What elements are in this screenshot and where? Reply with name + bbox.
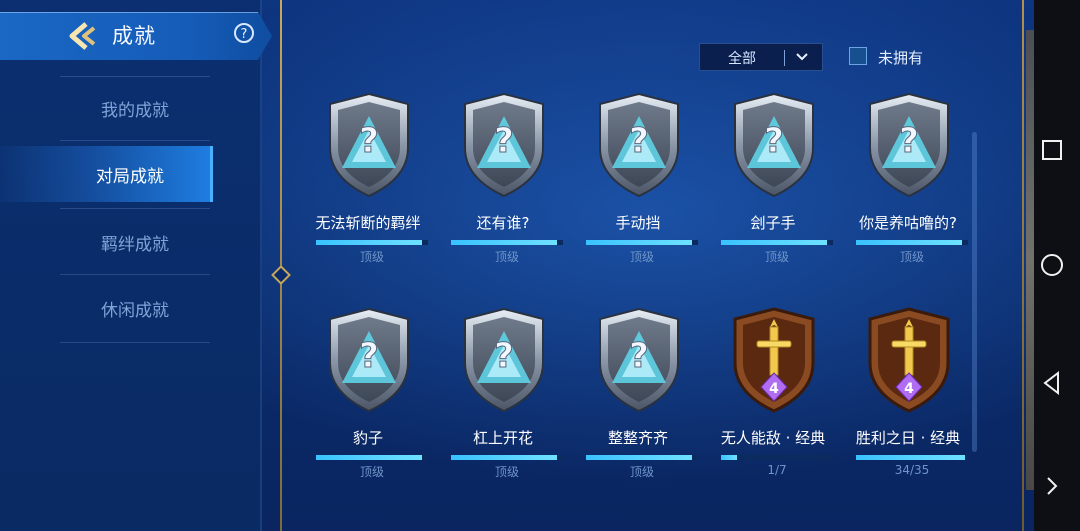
locked-shield-icon: ? xyxy=(459,305,549,415)
progress-fill xyxy=(451,455,558,460)
chevron-down-icon xyxy=(796,53,808,61)
not-owned-checkbox[interactable] xyxy=(849,47,867,65)
achievement-card[interactable]: ? 刽子手顶级 xyxy=(708,90,838,280)
svg-text:?: ? xyxy=(629,336,649,376)
sidebar-item-my-achievements[interactable]: 我的成就 xyxy=(60,80,210,136)
progress-bar xyxy=(316,455,428,460)
achievement-card[interactable]: ? 还有谁? 顶级 xyxy=(438,90,568,280)
divider xyxy=(60,342,210,343)
achievement-status: 顶级 xyxy=(359,250,384,264)
home-icon[interactable] xyxy=(1040,253,1064,277)
sidebar-item-match-achievements[interactable]: 对局成就 xyxy=(0,146,213,202)
svg-text:?: ? xyxy=(359,121,379,161)
progress-fill xyxy=(316,240,423,245)
locked-shield-icon: ? xyxy=(459,90,549,200)
svg-text:?: ? xyxy=(359,336,379,376)
sword-shield-icon: 4 xyxy=(729,305,819,415)
locked-shield-icon: ? xyxy=(594,305,684,415)
achievement-name: 整整齐齐 xyxy=(607,429,668,447)
svg-text:?: ? xyxy=(899,121,919,161)
filter-selected: 全部 xyxy=(728,51,756,67)
svg-text:4: 4 xyxy=(769,381,779,397)
progress-fill xyxy=(586,455,693,460)
svg-text:?: ? xyxy=(494,121,514,161)
achievement-status: 顶级 xyxy=(494,250,519,264)
help-icon[interactable]: ? xyxy=(234,23,254,43)
svg-text:?: ? xyxy=(494,336,514,376)
achievement-name: 手动挡 xyxy=(615,214,661,232)
progress-bar xyxy=(586,240,698,245)
chevron-right-icon[interactable] xyxy=(1040,474,1064,498)
right-border xyxy=(1022,0,1024,531)
achievement-name: 胜利之日 · 经典 xyxy=(855,429,961,447)
svg-text:?: ? xyxy=(764,121,784,161)
divider xyxy=(60,274,210,275)
achievement-status: 顶级 xyxy=(494,465,519,479)
achievement-card[interactable]: ? 杠上开花顶级 xyxy=(438,305,568,495)
progress-fill xyxy=(856,240,963,245)
back-arrow-icon[interactable] xyxy=(66,20,100,52)
locked-shield-icon: ? xyxy=(324,90,414,200)
progress-bar xyxy=(451,240,563,245)
achievement-name: 豹子 xyxy=(352,429,383,447)
achievement-status: 顶级 xyxy=(629,465,654,479)
sword-shield-icon: 4 xyxy=(864,305,954,415)
achievement-name: 你是养咕噜的? xyxy=(859,214,957,232)
sidebar-item-bond-achievements[interactable]: 羁绊成就 xyxy=(60,214,210,270)
not-owned-label: 未拥有 xyxy=(878,49,924,67)
progress-bar xyxy=(856,240,968,245)
progress-bar xyxy=(316,240,428,245)
achievement-status: 1/7 xyxy=(767,463,787,477)
achievement-status: 顶级 xyxy=(359,465,384,479)
back-icon[interactable] xyxy=(1040,371,1064,395)
progress-fill xyxy=(721,455,737,460)
gold-trim xyxy=(1026,30,1034,490)
sidebar-item-casual-achievements[interactable]: 休闲成就 xyxy=(60,280,210,336)
divider xyxy=(60,208,210,209)
progress-bar xyxy=(721,240,833,245)
progress-bar xyxy=(856,455,968,460)
achievement-name: 刽子手 xyxy=(750,214,796,232)
achievement-status: 顶级 xyxy=(629,250,654,264)
dropdown-separator xyxy=(784,50,785,66)
progress-bar xyxy=(721,455,833,460)
progress-fill xyxy=(586,240,693,245)
progress-fill xyxy=(316,455,423,460)
recent-apps-icon[interactable] xyxy=(1040,138,1064,162)
progress-bar xyxy=(451,455,563,460)
achievement-card[interactable]: ? 无法斩断的羁绊顶级 xyxy=(303,90,433,280)
svg-text:4: 4 xyxy=(904,381,914,397)
page-title: 成就 xyxy=(112,24,156,48)
divider xyxy=(60,76,210,77)
locked-shield-icon: ? xyxy=(594,90,684,200)
achievement-status: 顶级 xyxy=(764,250,789,264)
progress-fill xyxy=(856,455,965,460)
filter-dropdown[interactable]: 全部 xyxy=(699,43,823,71)
achievement-name: 杠上开花 xyxy=(472,429,533,447)
achievement-status: 顶级 xyxy=(899,250,924,264)
achievement-card[interactable]: ? 你是养咕噜的? 顶级 xyxy=(843,90,973,280)
achievement-card[interactable]: ? 整整齐齐顶级 xyxy=(573,305,703,495)
svg-text:?: ? xyxy=(629,121,649,161)
locked-shield-icon: ? xyxy=(324,305,414,415)
progress-bar xyxy=(586,455,698,460)
achievement-name: 无人能敌 · 经典 xyxy=(720,429,826,447)
locked-shield-icon: ? xyxy=(864,90,954,200)
achievement-status: 34/35 xyxy=(894,463,930,477)
divider xyxy=(60,140,210,141)
progress-fill xyxy=(451,240,558,245)
achievement-card[interactable]: ? 豹子顶级 xyxy=(303,305,433,495)
achievement-card[interactable]: 4 胜利之日 · 经典 34/35 xyxy=(843,305,973,495)
achievement-card[interactable]: ? 手动挡顶级 xyxy=(573,90,703,280)
progress-fill xyxy=(721,240,828,245)
achievement-card[interactable]: 4 无人能敌 · 经典 1/7 xyxy=(708,305,838,495)
achievement-name: 无法斩断的羁绊 xyxy=(315,214,421,232)
achievement-name: 还有谁? xyxy=(476,214,530,232)
locked-shield-icon: ? xyxy=(729,90,819,200)
